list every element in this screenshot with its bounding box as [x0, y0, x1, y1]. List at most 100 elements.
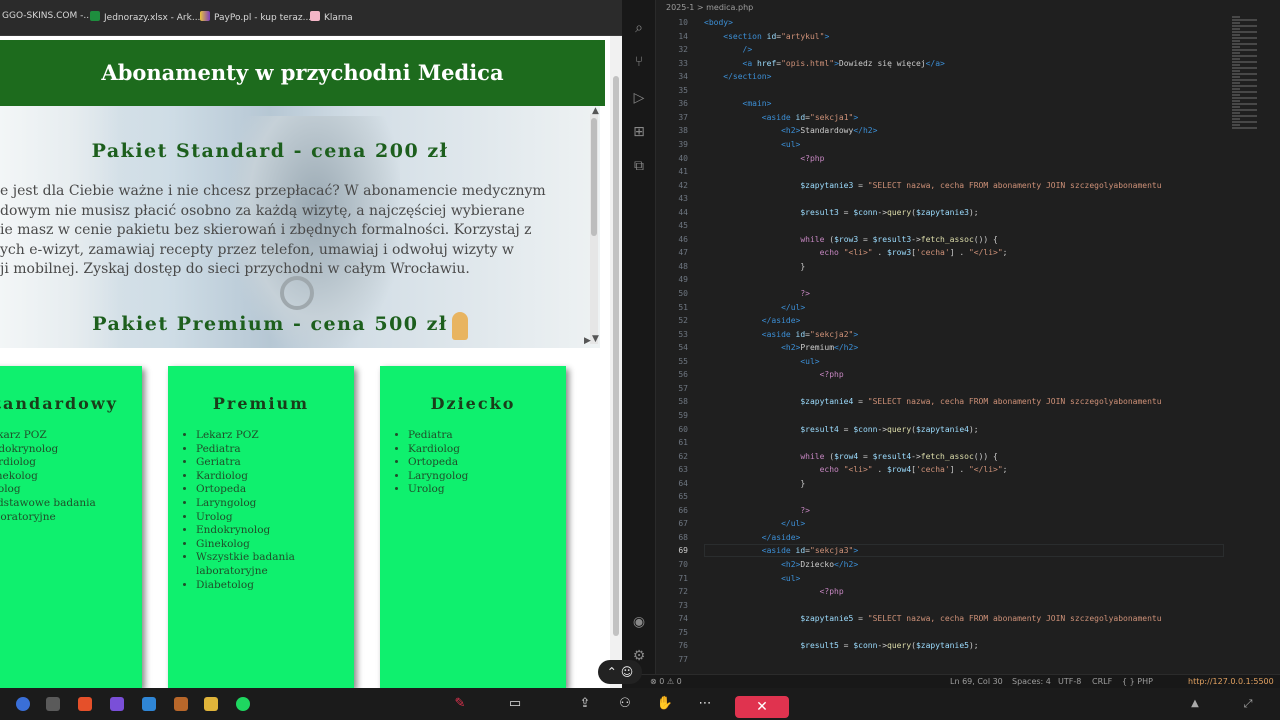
code-line[interactable]: </aside>: [704, 316, 801, 325]
code-line[interactable]: <h2>Standardowy</h2>: [704, 126, 877, 135]
card-title: Standardowy: [0, 394, 118, 413]
participants-overlay[interactable]: ⌃ ☺: [598, 660, 642, 684]
fullscreen-icon[interactable]: ⤢: [1238, 697, 1258, 711]
code-line[interactable]: $result3 = $conn->query($zapytanie3);: [704, 208, 978, 217]
scroll-right-icon[interactable]: ▶: [584, 336, 591, 346]
code-line[interactable]: <ul>: [704, 574, 800, 583]
source-control-icon[interactable]: ⑂: [631, 54, 647, 70]
code-line[interactable]: <?php: [704, 154, 824, 163]
live-server-url[interactable]: http://127.0.0.1:5500: [1188, 677, 1274, 686]
code-line[interactable]: <section id="artykul">: [704, 32, 829, 41]
line-number: 37: [678, 112, 688, 122]
code-line[interactable]: $result5 = $conn->query($zapytanie5);: [704, 641, 978, 650]
indent-status[interactable]: Spaces: 4: [1012, 677, 1051, 686]
spotify-icon[interactable]: [236, 697, 250, 711]
search-icon[interactable]: ⌕: [631, 20, 647, 36]
problems-status[interactable]: ⊗ 0 ⚠ 0: [650, 677, 682, 686]
bookmark-1[interactable]: Jednorazy.xlsx - Ark...: [90, 11, 200, 23]
bookmark-0[interactable]: GGO-SKINS.COM -...: [2, 11, 92, 21]
code-line[interactable]: <aside id="sekcja1">: [704, 113, 858, 122]
mic-off-icon[interactable]: ✎: [450, 697, 470, 711]
vscode-icon[interactable]: [142, 697, 156, 711]
code-line[interactable]: ?>: [704, 289, 810, 298]
list-item: Wszystkie badania: [196, 551, 354, 565]
klarna-icon: [310, 11, 320, 21]
reactions-icon[interactable]: ✋: [655, 697, 675, 711]
code-area[interactable]: 10 <body> 14 <section id="artykul"> 32 /> 33…: [656, 16, 1226, 674]
line-number: 34: [678, 72, 688, 82]
extensions-icon[interactable]: ⊞: [631, 124, 647, 140]
article-section: Pakiet Standard - cena 200 zł e jest dla…: [0, 106, 600, 348]
folder-icon[interactable]: [204, 697, 218, 711]
article-scrollbar[interactable]: [590, 114, 598, 344]
code-line[interactable]: <h2>Dziecko</h2>: [704, 560, 858, 569]
code-line[interactable]: <ul>: [704, 140, 800, 149]
code-line[interactable]: }: [704, 479, 805, 488]
line-number: 43: [678, 194, 688, 204]
scroll-up-icon[interactable]: ▲: [592, 106, 599, 116]
cursor-position[interactable]: Ln 69, Col 30: [950, 677, 1003, 686]
brave-icon[interactable]: [78, 697, 92, 711]
app-icon[interactable]: [16, 697, 30, 711]
account-icon[interactable]: ◉: [631, 614, 647, 630]
run-debug-icon[interactable]: ▷: [631, 90, 647, 106]
page-scrollbar[interactable]: [610, 36, 622, 688]
code-line[interactable]: $zapytanie4 = "SELECT nazwa, cecha FROM …: [704, 397, 1161, 406]
more-icon[interactable]: ⋯: [695, 697, 715, 711]
sheets-icon: [90, 11, 100, 21]
bookmark-2[interactable]: PayPo.pl - kup teraz...: [200, 11, 311, 23]
bookmark-3[interactable]: Klarna: [310, 11, 353, 23]
code-line[interactable]: </ul>: [704, 519, 805, 528]
code-line[interactable]: <?php: [704, 587, 844, 596]
list-item: Kardiolog: [196, 470, 354, 484]
code-line[interactable]: <aside id="sekcja3">: [704, 546, 858, 555]
people-icon[interactable]: ⚇: [615, 697, 635, 711]
code-line[interactable]: <main>: [704, 99, 772, 108]
code-line[interactable]: <aside id="sekcja2">: [704, 330, 858, 339]
scroll-down-icon[interactable]: ▼: [592, 334, 599, 344]
encoding-status[interactable]: UTF-8: [1058, 677, 1081, 686]
code-line[interactable]: <a href="opis.html">Dowiedz się więcej</…: [704, 59, 945, 68]
remote-icon[interactable]: ⧉: [631, 158, 647, 174]
code-line[interactable]: <ul>: [704, 357, 819, 366]
app-icon[interactable]: [110, 697, 124, 711]
code-line[interactable]: />: [704, 45, 753, 54]
line-number: 74: [678, 614, 688, 624]
people-icon[interactable]: ☺: [621, 665, 634, 679]
eol-status[interactable]: CRLF: [1092, 677, 1112, 686]
code-line[interactable]: <?php: [704, 370, 844, 379]
code-line[interactable]: </aside>: [704, 533, 801, 542]
camera-off-icon[interactable]: ▭: [505, 697, 525, 711]
minimap-line: [1232, 103, 1257, 105]
code-line[interactable]: $zapytanie5 = "SELECT nazwa, cecha FROM …: [704, 614, 1161, 623]
code-line[interactable]: }: [704, 262, 805, 271]
line-number: 10: [678, 18, 688, 27]
article-text-line: ie masz w cenie pakietu bez skierowań i …: [0, 222, 532, 238]
tray-icon[interactable]: ▲: [1185, 697, 1205, 711]
card-list: Lekarz POZ Pediatra Geriatra Kardiolog O…: [168, 429, 354, 592]
code-line[interactable]: while ($row4 = $result4->fetch_assoc()) …: [704, 452, 998, 461]
code-line[interactable]: $result4 = $conn->query($zapytanie4);: [704, 425, 978, 434]
minimap-line: [1232, 91, 1257, 93]
code-line[interactable]: <h2>Premium</h2>: [704, 343, 858, 352]
chevron-up-icon[interactable]: ⌃: [607, 665, 617, 679]
article-text-line: ych e-wizyt, zamawiaj recepty przez tele…: [0, 241, 514, 258]
minimap[interactable]: [1228, 16, 1280, 136]
code-line[interactable]: echo "<li>" . $row4['cecha'] . "</li>";: [704, 465, 1008, 474]
breadcrumb[interactable]: 2025-1 > medica.php: [666, 3, 753, 12]
list-item: Podstawowe badania: [0, 497, 142, 511]
code-line[interactable]: </ul>: [704, 303, 805, 312]
code-line[interactable]: $zapytanie3 = "SELECT nazwa, cecha FROM …: [704, 181, 1161, 190]
share-screen-icon[interactable]: ⇪: [575, 697, 595, 711]
app-icon[interactable]: [174, 697, 188, 711]
code-line[interactable]: ?>: [704, 506, 810, 515]
code-line[interactable]: <body>: [704, 18, 733, 27]
code-line[interactable]: while ($row3 = $result3->fetch_assoc()) …: [704, 235, 998, 244]
list-item: Geriatra: [196, 456, 354, 470]
code-line[interactable]: </section>: [704, 72, 771, 81]
minimap-line: [1232, 79, 1257, 81]
language-status[interactable]: { } PHP: [1122, 677, 1153, 686]
end-call-button[interactable]: ✕: [735, 696, 789, 718]
code-line[interactable]: echo "<li>" . $row3['cecha'] . "</li>";: [704, 248, 1008, 257]
app-icon[interactable]: [46, 697, 60, 711]
